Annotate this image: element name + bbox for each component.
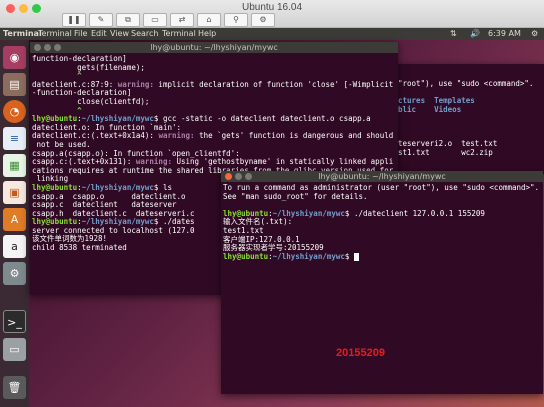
menu-edit[interactable]: Edit <box>91 29 107 38</box>
menu-terminal-2[interactable]: Terminal <box>162 29 196 38</box>
terminal-output-middle: "root"), use "sudo <command>". ctures Te… <box>398 80 542 174</box>
menu-search[interactable]: Search <box>131 29 158 38</box>
student-id-watermark: 20155209 <box>336 347 385 359</box>
terminal-title-front: lhy@ubuntu: ~/lhyshiyan/mywc <box>318 172 446 181</box>
usb-icon[interactable]: ⚲ <box>224 13 248 27</box>
back-line: close(clientfd); <box>32 96 150 106</box>
vm-title: Ubuntu 16.04 <box>241 2 303 13</box>
trash-icon[interactable]: 🗑 <box>3 376 26 399</box>
writer-icon[interactable]: ≡ <box>3 127 26 150</box>
text-cursor <box>353 252 359 261</box>
terminal-window-front[interactable]: lhy@ubuntu: ~/lhyshiyan/mywc To run a co… <box>221 171 543 394</box>
front-line: 输入文件名(.txt): <box>223 217 293 227</box>
mid-line-text: st1.txt wc2.zip <box>398 147 493 157</box>
software-center-icon[interactable]: A <box>3 208 26 231</box>
menu-terminal[interactable]: Terminal <box>38 29 72 38</box>
terminal-title-back: lhy@ubuntu: ~/lhyshiyan/mywc <box>150 43 278 52</box>
network-icon[interactable]: ⇄ <box>170 13 194 27</box>
menu-file[interactable]: File <box>74 29 87 38</box>
mid-line <box>398 123 542 132</box>
back-line: gets(filename); <box>32 62 145 72</box>
vm-toolbar: ❚❚ ✎ ⧉ ▭ ⇄ ⌂ ⚲ ⚙ <box>62 13 275 27</box>
wrench-icon[interactable]: ✎ <box>89 13 113 27</box>
terminal-titlebar-front[interactable]: lhy@ubuntu: ~/lhyshiyan/mywc <box>221 171 543 182</box>
menu-view[interactable]: View <box>110 29 129 38</box>
vm-titlebar: Ubuntu 16.04 ❚❚ ✎ ⧉ ▭ ⇄ ⌂ ⚲ ⚙ <box>0 0 544 28</box>
files-icon[interactable]: ▤ <box>3 73 26 96</box>
terminal-titlebar-back[interactable]: lhy@ubuntu: ~/lhyshiyan/mywc <box>30 42 398 53</box>
volume-icon[interactable]: 🔊 <box>470 29 480 38</box>
disk-icon[interactable]: ▭ <box>143 13 167 27</box>
snapshot-icon[interactable]: ⧉ <box>116 13 140 27</box>
disk-drive-icon[interactable]: ▭ <box>3 338 26 361</box>
app-name: Terminal <box>3 29 42 38</box>
impress-icon[interactable]: ▣ <box>3 181 26 204</box>
pause-icon[interactable]: ❚❚ <box>62 13 86 27</box>
front-prompt-line[interactable]: lhy@ubuntu:~/lhyshiyan/mywc$ <box>223 251 541 262</box>
ubuntu-top-panel: Terminal Terminal File Edit View Search … <box>0 28 544 40</box>
terminal-icon[interactable]: >_ <box>3 310 26 333</box>
clock[interactable]: 6:39 AM <box>488 29 521 38</box>
amazon-icon[interactable]: a <box>3 235 26 258</box>
system-settings-icon[interactable]: ⚙ <box>3 262 26 285</box>
front-line: See "man sudo_root" for details. <box>223 191 368 201</box>
mid-line: st1.txt wc2.zip <box>398 147 542 158</box>
terminal-output-front: To run a command as administrator (user … <box>223 184 541 394</box>
ubuntu-logo-icon[interactable]: ◉ <box>3 46 26 69</box>
share-icon[interactable]: ⌂ <box>197 13 221 27</box>
power-icon[interactable]: ⚙ <box>531 29 538 38</box>
firefox-icon[interactable]: ◔ <box>3 100 26 123</box>
launcher: ◉ ▤ ◔ ≡ ▦ ▣ A a ⚙ >_ ▭ 🗑 <box>0 40 29 407</box>
menu-help[interactable]: Help <box>198 29 216 38</box>
mid-line <box>398 114 542 123</box>
settings-icon[interactable]: ⚙ <box>251 13 275 27</box>
mid-line: "root"), use "sudo <command>". <box>398 80 534 88</box>
front-prompt: lhy@ubuntu:~/lhyshiyan/mywc$ <box>223 251 354 261</box>
mid-line: blic Videos <box>398 104 462 114</box>
keyboard-icon[interactable]: ⇅ <box>450 29 457 38</box>
terminal-window-middle[interactable]: "root"), use "sudo <command>". ctures Te… <box>396 64 544 174</box>
calc-icon[interactable]: ▦ <box>3 154 26 177</box>
